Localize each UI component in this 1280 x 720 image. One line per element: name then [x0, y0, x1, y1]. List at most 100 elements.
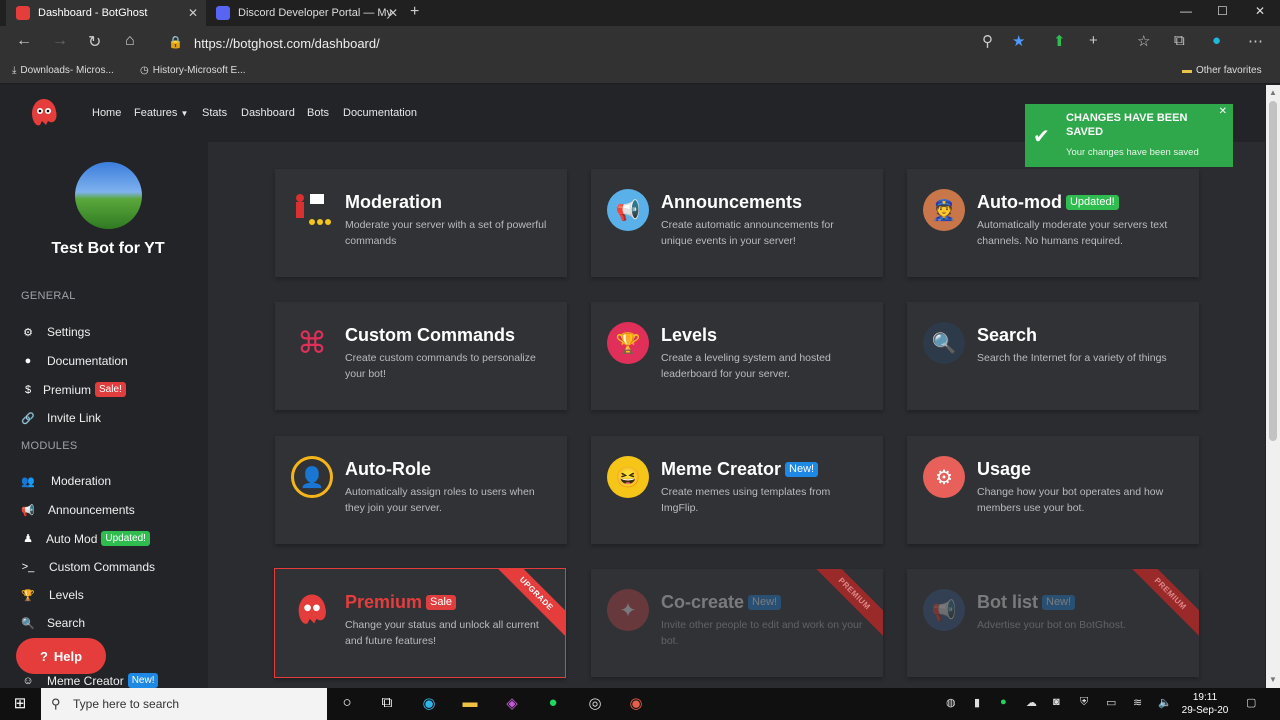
sidebar-item-search[interactable]: 🔍 Search: [21, 616, 85, 630]
sidebar-item-custom-commands[interactable]: >_ Custom Commands: [21, 560, 155, 574]
close-tab-icon[interactable]: ✕: [388, 6, 398, 20]
toast-close-icon[interactable]: ✕: [1219, 106, 1227, 117]
sidebar-item-label: Documentation: [47, 354, 128, 368]
module-card-co-create[interactable]: ✦ Co-create New! Invite other people to e…: [591, 569, 883, 677]
favorites-icon[interactable]: ☆: [1137, 32, 1150, 50]
link-icon: 🔗: [21, 412, 35, 425]
sidebar-item-meme-creator[interactable]: ☺ Meme Creator New!: [21, 673, 159, 688]
module-card-search[interactable]: 🔍 Search Search the Internet for a varie…: [907, 302, 1199, 410]
module-card-auto-role[interactable]: 👤 Auto-Role Automatically assign roles t…: [275, 436, 567, 544]
task-view-icon[interactable]: ⧉: [376, 694, 398, 714]
address-bar[interactable]: 🔒 https://botghost.com/dashboard/: [158, 29, 1038, 57]
forward-icon[interactable]: →: [52, 32, 68, 50]
media-app-icon[interactable]: ◉: [625, 694, 647, 714]
close-tab-icon[interactable]: ✕: [188, 6, 198, 20]
tab-botghost[interactable]: Dashboard - BotGhost ✕: [6, 0, 206, 26]
scrollbar-thumb[interactable]: [1269, 101, 1277, 441]
collections-icon[interactable]: ⧉: [1174, 32, 1185, 49]
module-card-bot-list[interactable]: 📢 Bot list New! Advertise your bot on Bot…: [907, 569, 1199, 677]
toast-title: CHANGES HAVE BEEN SAVED: [1066, 112, 1188, 138]
obs-icon[interactable]: ◎: [584, 694, 606, 714]
back-icon[interactable]: ←: [16, 32, 32, 50]
taskbar-clock[interactable]: 19:11 29-Sep-20: [1180, 691, 1230, 717]
home-icon[interactable]: ⌂: [125, 32, 135, 50]
bot-avatar[interactable]: [75, 162, 142, 229]
scroll-up-icon[interactable]: ▲: [1269, 88, 1277, 97]
tray-wifi-icon[interactable]: ≋: [1133, 696, 1142, 709]
page-content: Home Features ▼ Stats Dashboard Bots Doc…: [0, 85, 1265, 688]
notification-center-icon[interactable]: ▢: [1246, 696, 1256, 709]
nav-features[interactable]: Features ▼: [134, 107, 188, 119]
profile-icon[interactable]: ●: [1212, 32, 1221, 49]
sidebar-item-moderation[interactable]: 👥 Moderation: [21, 474, 111, 488]
sidebar-item-label: Meme Creator: [47, 673, 124, 688]
nav-home[interactable]: Home: [92, 107, 121, 119]
botghost-logo-icon[interactable]: [26, 95, 62, 131]
nav-bots[interactable]: Bots: [307, 107, 329, 119]
module-card-auto-mod[interactable]: 👮 Auto-mod Updated! Automatically moderat…: [907, 169, 1199, 277]
tray-network-icon[interactable]: ▭: [1106, 696, 1116, 709]
nav-features-label: Features: [134, 107, 178, 119]
nav-documentation[interactable]: Documentation: [343, 107, 417, 119]
tray-spotify-icon[interactable]: ●: [1000, 696, 1007, 708]
module-card-premium[interactable]: Premium Sale Change your status and unloc…: [274, 568, 566, 678]
favorite-history[interactable]: ◷ History-Microsoft E...: [140, 65, 246, 76]
favorite-label: History-Microsoft E...: [152, 65, 246, 76]
module-card-custom-commands[interactable]: ⌘ Custom Commands Create custom commands…: [275, 302, 567, 410]
scroll-down-icon[interactable]: ▼: [1269, 675, 1277, 684]
sidebar-item-label: Invite Link: [47, 411, 102, 425]
favorite-downloads[interactable]: ⤓ Downloads- Micros...: [12, 65, 114, 76]
maximize-icon[interactable]: ☐: [1217, 4, 1228, 18]
card-description: Create custom commands to personalize yo…: [345, 352, 536, 380]
photos-app-icon[interactable]: ◈: [501, 694, 523, 714]
add-user-icon: 👤: [291, 456, 333, 498]
search-placeholder: Type here to search: [73, 697, 180, 711]
card-title: Meme Creator: [661, 459, 782, 479]
modules-heading: MODULES: [21, 440, 78, 452]
taskbar-search-box[interactable]: ⚲ Type here to search: [41, 688, 327, 720]
tray-cloud-icon[interactable]: ☁: [1026, 696, 1037, 709]
updated-badge: Updated!: [1065, 195, 1119, 210]
other-favorites[interactable]: ▬ Other favorites: [1182, 65, 1262, 76]
minimize-icon[interactable]: —: [1180, 4, 1192, 18]
tray-volume-icon[interactable]: 🔈: [1158, 696, 1172, 709]
sidebar-item-auto-mod[interactable]: ♟ Auto Mod Updated!: [21, 531, 150, 546]
tab-discord[interactable]: Discord Developer Portal — My ✕: [206, 0, 406, 26]
new-tab-icon[interactable]: +: [410, 3, 419, 21]
tray-security-icon[interactable]: ⛨: [1080, 696, 1088, 709]
tray-mic-icon[interactable]: ▮: [974, 696, 980, 709]
sidebar-item-levels[interactable]: 🏆 Levels: [21, 588, 84, 602]
sidebar-item-documentation[interactable]: ● Documentation: [21, 354, 128, 368]
windows-taskbar: ⊞ ⚲ Type here to search ○ ⧉ ◉ ▬ ◈ ● ◎ ◉ …: [0, 688, 1280, 720]
help-button[interactable]: ? Help: [16, 638, 106, 674]
add-icon[interactable]: +: [1089, 32, 1098, 49]
module-card-levels[interactable]: 🏆 Levels Create a leveling system and ho…: [591, 302, 883, 410]
sidebar-item-premium[interactable]: $ Premium Sale!: [21, 382, 126, 397]
module-card-announcements[interactable]: 📢 Announcements Create automatic announc…: [591, 169, 883, 277]
sidebar-item-announcements[interactable]: 📢 Announcements: [21, 503, 135, 517]
cortana-icon[interactable]: ○: [336, 694, 358, 714]
page-scrollbar[interactable]: ▲ ▼: [1266, 85, 1280, 688]
sidebar-item-settings[interactable]: ⚙ Settings: [21, 325, 90, 339]
module-card-moderation[interactable]: Moderation Moderate your server with a s…: [275, 169, 567, 277]
extension-icon[interactable]: ⬆: [1053, 32, 1066, 50]
card-title: Auto-Role: [345, 459, 431, 479]
more-icon[interactable]: ⋯: [1248, 32, 1263, 50]
spotify-icon[interactable]: ●: [542, 694, 564, 714]
tray-discord-icon[interactable]: ◙: [1053, 696, 1060, 708]
sidebar-item-label: Premium: [43, 382, 92, 397]
favorite-star-icon[interactable]: ★: [1012, 32, 1025, 50]
module-card-usage[interactable]: ⚙ Usage Change how your bot operates and…: [907, 436, 1199, 544]
window-close-icon[interactable]: ✕: [1255, 4, 1265, 18]
edge-app-icon[interactable]: ◉: [418, 694, 440, 714]
refresh-icon[interactable]: ↻: [88, 32, 101, 52]
sidebar-item-invite-link[interactable]: 🔗 Invite Link: [21, 411, 101, 425]
tray-app-icon[interactable]: ◍: [946, 696, 956, 709]
file-explorer-icon[interactable]: ▬: [459, 694, 481, 714]
windows-start-icon[interactable]: ⊞: [9, 694, 31, 714]
zoom-icon[interactable]: ⚲: [982, 32, 993, 50]
nav-stats[interactable]: Stats: [202, 107, 227, 119]
nav-dashboard[interactable]: Dashboard: [241, 107, 295, 119]
module-card-meme-creator[interactable]: 😆 Meme Creator New! Create memes using te…: [591, 436, 883, 544]
card-description: Moderate your server with a set of power…: [345, 219, 547, 247]
